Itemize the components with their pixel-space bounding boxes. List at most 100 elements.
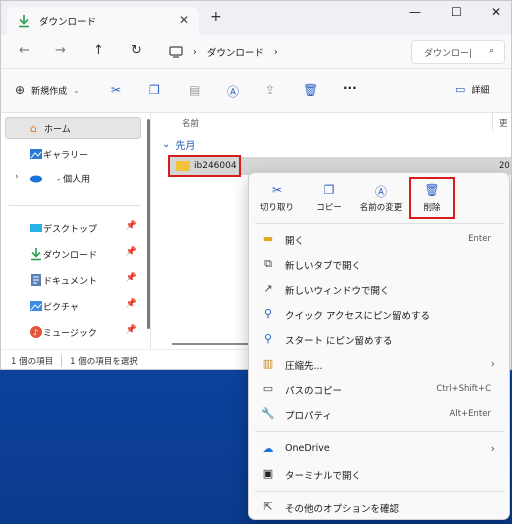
search-input[interactable]: ダウンロー| ⌕: [411, 40, 505, 64]
search-placeholder: ダウンロー|: [424, 48, 473, 59]
download-icon: [19, 15, 29, 28]
pictures-icon: [30, 301, 42, 311]
up-icon[interactable]: ↑: [93, 43, 104, 58]
forward-icon[interactable]: →: [55, 43, 66, 58]
submenu-arrow-icon: ›: [490, 442, 495, 455]
menu-item-open-new-window[interactable]: ↗ 新しいウィンドウで開く: [253, 277, 507, 301]
sidebar-item-home[interactable]: ⌂ ホーム: [5, 117, 141, 139]
pin-icon: 📌: [125, 221, 137, 231]
close-window-button[interactable]: ✕: [491, 5, 501, 19]
menu-item-label: プロパティ: [285, 411, 332, 422]
pin-icon: 📌: [125, 299, 137, 309]
back-icon[interactable]: ←: [19, 43, 30, 58]
desktop-icon: [30, 224, 42, 232]
submenu-arrow-icon: ›: [490, 357, 495, 370]
paste-icon[interactable]: ▤: [189, 83, 200, 97]
menu-item-open-terminal[interactable]: ▣ ターミナルで開く: [253, 462, 507, 486]
menu-item-shortcut: Ctrl+Shift+C: [436, 384, 491, 394]
sidebar-item-label: デスクトップ: [43, 224, 98, 235]
new-button[interactable]: ⊕ 新規作成 ⌄: [15, 83, 80, 97]
cut-icon: ✂: [271, 183, 283, 197]
menu-item-compress[interactable]: ▥ 圧縮先... ›: [253, 352, 507, 376]
breadcrumb-downloads[interactable]: ダウンロード: [207, 45, 264, 59]
sidebar-item-label: ダウンロード: [43, 250, 98, 261]
menu-item-pin-start[interactable]: ⚲ スタート にピン留めする: [253, 327, 507, 351]
onedrive-icon: [30, 175, 42, 183]
maximize-button[interactable]: ☐: [451, 5, 462, 19]
sidebar-item-downloads[interactable]: ダウンロード 📌: [5, 243, 141, 265]
column-header-updated[interactable]: 更: [499, 117, 508, 129]
rename-button[interactable]: Ⓐ 名前の変更: [353, 177, 409, 219]
rename-label: 名前の変更: [359, 203, 403, 213]
copy-button[interactable]: ❐ コピー: [309, 177, 349, 219]
sidebar-item-label: ピクチャ: [43, 302, 79, 313]
navigation-bar: ← → ↑ ↻ › ダウンロード › ダウンロー| ⌕: [1, 35, 511, 69]
delete-button[interactable]: 🗑 削除: [409, 177, 455, 219]
sidebar-divider: [9, 205, 141, 206]
sidebar-item-label: ドキュメント: [43, 276, 98, 287]
copy-icon[interactable]: ❐: [149, 83, 160, 97]
sidebar-item-onedrive[interactable]: › - 個人用: [5, 167, 141, 189]
svg-text:♪: ♪: [33, 328, 38, 337]
menu-item-open[interactable]: ▬ 開く Enter: [253, 227, 507, 251]
cut-button[interactable]: ✂ 切り取り: [255, 177, 299, 219]
folder-icon: [176, 161, 190, 171]
new-window-icon: ↗: [263, 282, 273, 295]
menu-item-onedrive[interactable]: ☁ OneDrive ›: [253, 437, 507, 461]
menu-item-label: 新しいタブで開く: [285, 261, 362, 272]
delete-label: 削除: [423, 203, 441, 213]
breadcrumb-separator: ›: [273, 46, 278, 58]
new-tab-button[interactable]: +: [210, 9, 222, 25]
share-icon[interactable]: ⇪: [265, 83, 275, 97]
column-header-name[interactable]: 名前: [182, 117, 199, 129]
sidebar-item-documents[interactable]: ドキュメント 📌: [5, 269, 141, 291]
sidebar-item-music[interactable]: ♪ ミュージック 📌: [5, 321, 141, 343]
title-bar: ダウンロード ✕ + — ☐ ✕: [1, 1, 511, 35]
copy-icon: ❐: [323, 183, 335, 197]
selected-file[interactable]: ib246004: [168, 155, 241, 177]
onedrive-icon: ☁: [262, 442, 274, 455]
details-button[interactable]: ▭ 詳細: [455, 83, 489, 96]
cut-label: 切り取り: [259, 203, 294, 213]
group-header[interactable]: ⌄ 先月: [162, 137, 195, 152]
refresh-icon[interactable]: ↻: [131, 43, 142, 58]
sidebar-scrollbar[interactable]: [147, 119, 150, 329]
expand-chevron-icon[interactable]: ›: [15, 172, 19, 182]
status-separator: [61, 354, 63, 367]
more-button[interactable]: ···: [343, 81, 357, 95]
sidebar-item-gallery[interactable]: ギャラリー: [5, 143, 141, 165]
zip-icon: ▥: [262, 357, 274, 370]
menu-item-properties[interactable]: 🔧 プロパティ Alt+Enter: [253, 402, 507, 426]
cut-icon[interactable]: ✂: [111, 83, 121, 97]
music-icon: ♪: [30, 326, 42, 338]
delete-icon[interactable]: 🗑: [303, 83, 318, 97]
delete-icon: 🗑: [424, 183, 440, 197]
sidebar-item-pictures[interactable]: ピクチャ 📌: [5, 295, 141, 317]
terminal-icon: ▣: [262, 467, 274, 480]
column-separator[interactable]: [492, 113, 493, 131]
item-count: 1 個の項目: [11, 356, 54, 367]
tab-downloads[interactable]: ダウンロード ✕: [7, 7, 199, 35]
rename-icon[interactable]: Ⓐ: [227, 83, 239, 100]
copy-label: コピー: [316, 203, 342, 213]
menu-item-open-new-tab[interactable]: ⧉ 新しいタブで開く: [253, 252, 507, 276]
details-pane-icon: ▭: [455, 83, 466, 96]
command-bar: ⊕ 新規作成 ⌄ ✂ ❐ ▤ Ⓐ ⇪ 🗑 ··· ▭ 詳細: [1, 69, 511, 113]
address-bar[interactable]: › ダウンロード ›: [161, 40, 405, 64]
tab-close-icon[interactable]: ✕: [179, 13, 189, 27]
details-label: 詳細: [471, 86, 490, 96]
menu-item-more-options[interactable]: ⇱ その他のオプションを確認: [253, 495, 507, 519]
navigation-pane: ⌂ ホーム ギャラリー › - 個人用 デスクトップ 📌 ダウンロード 📌 ドキ…: [1, 113, 151, 349]
sidebar-item-desktop[interactable]: デスクトップ 📌: [5, 217, 141, 239]
menu-item-label: 新しいウィンドウで開く: [285, 286, 390, 297]
file-name: ib246004: [194, 161, 237, 171]
menu-divider: [255, 431, 505, 432]
minimize-button[interactable]: —: [409, 5, 421, 19]
home-icon: ⌂: [30, 122, 37, 135]
menu-item-label: ターミナルで開く: [285, 471, 362, 482]
selected-count: 1 個の項目を選択: [70, 356, 138, 367]
pin-icon: ⚲: [263, 307, 273, 320]
menu-item-copy-path[interactable]: ▭ パスのコピー Ctrl+Shift+C: [253, 377, 507, 401]
menu-item-pin-quick-access[interactable]: ⚲ クイック アクセスにピン留めする: [253, 302, 507, 326]
menu-item-label: 圧縮先...: [285, 361, 323, 372]
